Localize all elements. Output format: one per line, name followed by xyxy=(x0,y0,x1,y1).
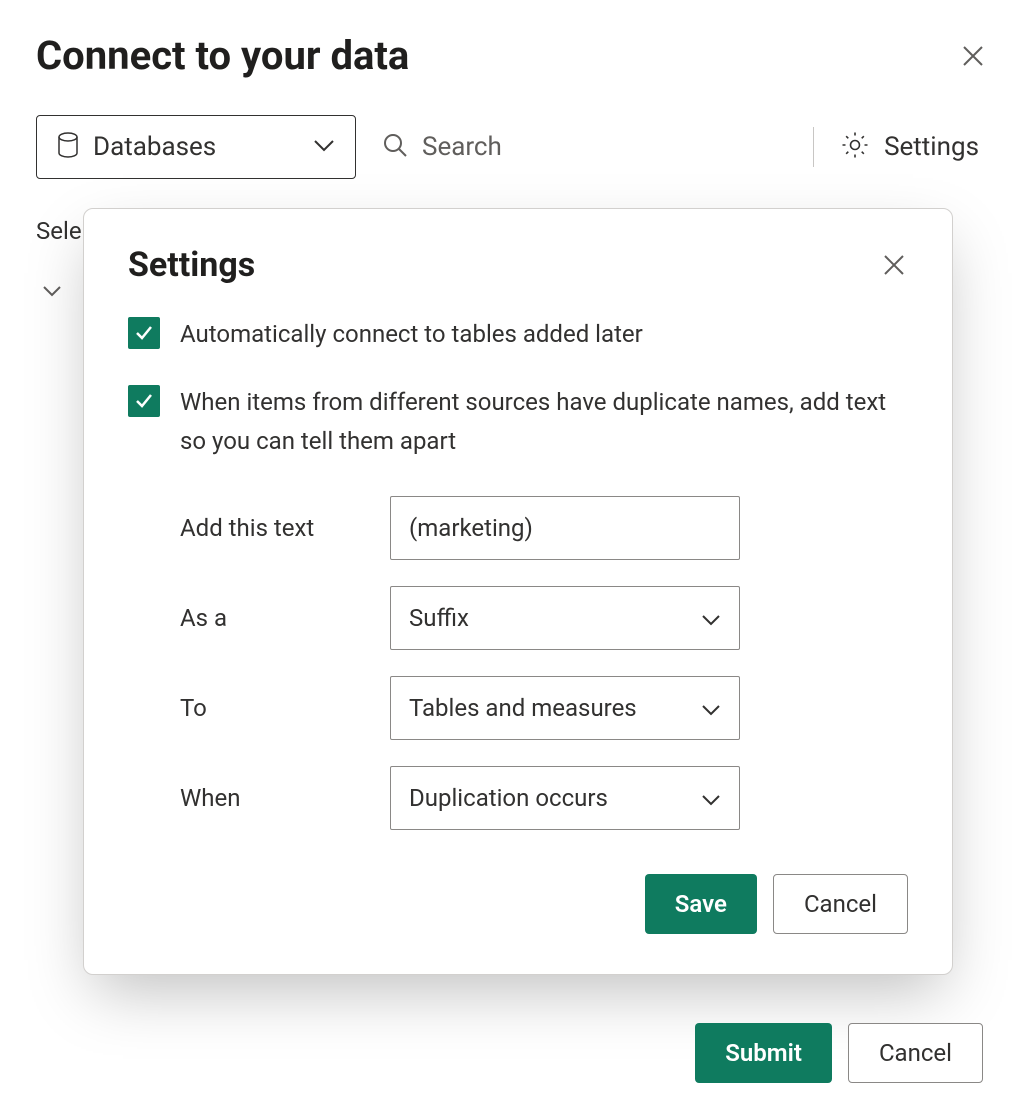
as-a-label: As a xyxy=(180,604,390,632)
chevron-down-icon xyxy=(701,784,721,812)
chevron-down-icon xyxy=(313,138,335,157)
settings-modal: Settings Automatically connect to tables… xyxy=(83,208,953,975)
settings-button-label: Settings xyxy=(884,132,979,162)
add-text-input[interactable] xyxy=(390,496,740,560)
auto-connect-label: Automatically connect to tables added la… xyxy=(180,315,643,353)
when-select[interactable]: Duplication occurs xyxy=(390,766,740,830)
chevron-down-icon xyxy=(701,604,721,632)
dedup-names-label: When items from different sources have d… xyxy=(180,383,908,460)
database-icon xyxy=(57,132,79,162)
settings-modal-title: Settings xyxy=(128,245,255,285)
to-label: To xyxy=(180,694,390,722)
search-placeholder: Search xyxy=(422,132,502,162)
as-a-value: Suffix xyxy=(409,604,469,632)
close-icon[interactable] xyxy=(959,42,987,70)
cancel-button[interactable]: Cancel xyxy=(773,874,908,934)
to-select[interactable]: Tables and measures xyxy=(390,676,740,740)
cancel-button[interactable]: Cancel xyxy=(848,1023,983,1083)
dedup-names-checkbox[interactable] xyxy=(128,385,160,417)
save-button[interactable]: Save xyxy=(645,874,757,934)
close-icon[interactable] xyxy=(880,251,908,279)
chevron-down-icon[interactable] xyxy=(42,275,62,303)
submit-button[interactable]: Submit xyxy=(695,1023,832,1083)
page-title: Connect to your data xyxy=(36,32,409,79)
databases-dropdown-label: Databases xyxy=(93,132,299,162)
when-label: When xyxy=(180,784,390,812)
as-a-select[interactable]: Suffix xyxy=(390,586,740,650)
to-value: Tables and measures xyxy=(409,694,637,722)
when-value: Duplication occurs xyxy=(409,784,608,812)
auto-connect-checkbox[interactable] xyxy=(128,317,160,349)
databases-dropdown[interactable]: Databases xyxy=(36,115,356,179)
search-input[interactable]: Search xyxy=(374,132,795,162)
settings-button[interactable]: Settings xyxy=(832,130,987,164)
chevron-down-icon xyxy=(701,694,721,722)
gear-icon xyxy=(840,130,870,164)
search-icon xyxy=(382,132,408,162)
divider xyxy=(813,127,814,167)
add-text-label: Add this text xyxy=(180,514,390,542)
